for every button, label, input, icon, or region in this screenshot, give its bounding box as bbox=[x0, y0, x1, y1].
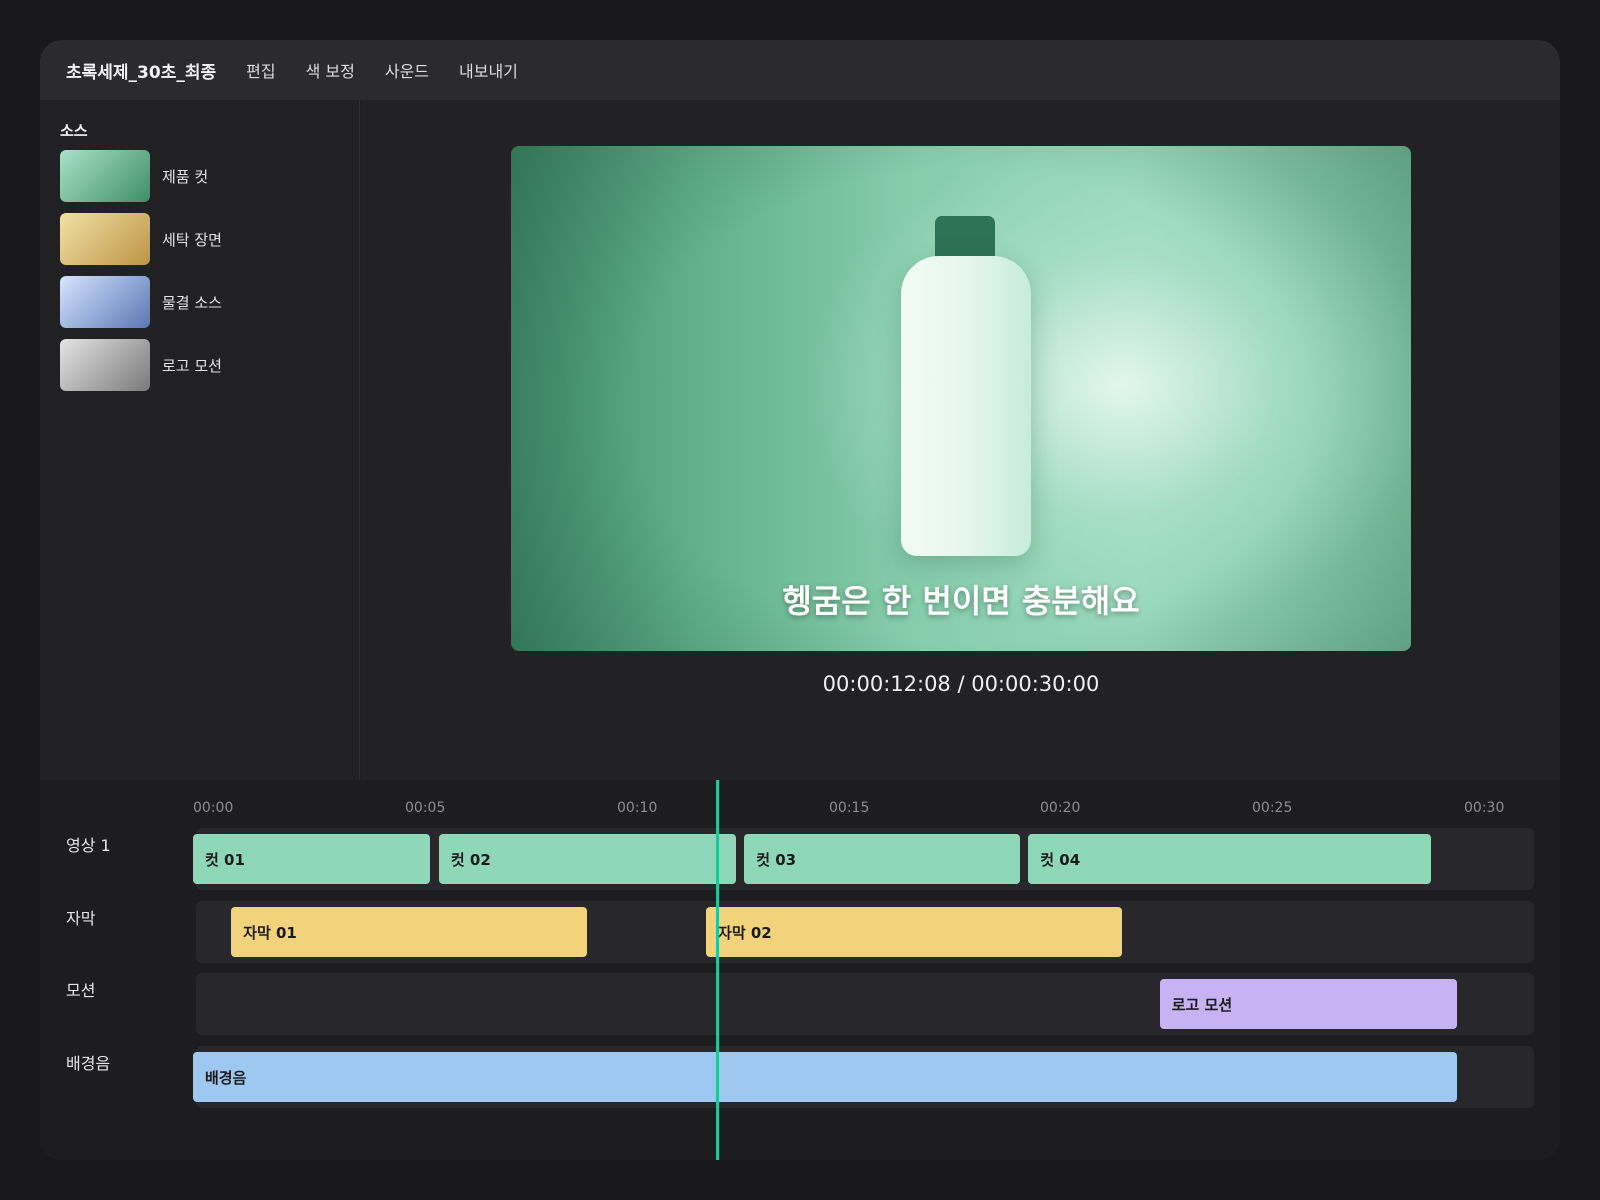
ruler-tick-label: 00:20 bbox=[1040, 800, 1081, 816]
timecode-readout: 00:00:12:08 / 00:00:30:00 bbox=[822, 672, 1100, 696]
preview-panel: 헹굼은 한 번이면 충분해요 00:00:12:08 / 00:00:30:00 bbox=[361, 100, 1560, 780]
video-clip[interactable]: 컷 01 bbox=[193, 834, 431, 884]
source-panel-heading: 소스 bbox=[60, 122, 88, 140]
source-thumbnail bbox=[60, 339, 150, 391]
track-label-video: 영상 1 bbox=[66, 836, 111, 855]
menu-bar: 초록세제_30초_최종 편집 색 보정 사운드 내보내기 bbox=[40, 40, 1560, 100]
track-label-caption: 자막 bbox=[66, 909, 96, 928]
track-label-bgm: 배경음 bbox=[66, 1054, 111, 1073]
source-panel: 소스 제품 컷 세탁 장면 물결 소스 로고 모션 bbox=[40, 100, 360, 780]
video-preview[interactable]: 헹굼은 한 번이면 충분해요 bbox=[511, 146, 1411, 651]
source-item-label: 물결 소스 bbox=[162, 293, 222, 312]
ruler-tick-label: 00:05 bbox=[405, 800, 446, 816]
source-item-label: 로고 모션 bbox=[162, 356, 222, 375]
source-item-label: 세탁 장면 bbox=[162, 230, 222, 249]
video-clip[interactable]: 컷 04 bbox=[1028, 834, 1432, 884]
project-title: 초록세제_30초_최종 bbox=[66, 62, 217, 83]
source-thumbnail bbox=[60, 150, 150, 202]
menu-color-correction[interactable]: 색 보정 bbox=[306, 58, 355, 82]
preview-subtitle: 헹굼은 한 번이면 충분해요 bbox=[782, 582, 1140, 620]
source-thumbnail bbox=[60, 213, 150, 265]
video-clip[interactable]: 컷 02 bbox=[438, 834, 736, 884]
ruler-tick-label: 00:00 bbox=[193, 800, 234, 816]
audio-clip[interactable]: 배경음 bbox=[193, 1052, 1457, 1102]
caption-clip[interactable]: 자막 02 bbox=[706, 907, 1122, 957]
menu-edit[interactable]: 편집 bbox=[246, 58, 275, 82]
source-item-label: 제품 컷 bbox=[162, 167, 209, 186]
source-item-product-cut[interactable]: 제품 컷 bbox=[60, 150, 340, 202]
ruler-tick-label: 00:30 bbox=[1464, 800, 1505, 816]
ruler-tick-label: 00:10 bbox=[617, 800, 658, 816]
source-thumbnail bbox=[60, 276, 150, 328]
caption-clip[interactable]: 자막 01 bbox=[231, 907, 588, 957]
ruler-tick-label: 00:15 bbox=[829, 800, 870, 816]
editor-window: 초록세제_30초_최종 편집 색 보정 사운드 내보내기 소스 제품 컷 세탁 … bbox=[40, 40, 1560, 1160]
bottle-cap-graphic bbox=[935, 216, 995, 260]
video-clip[interactable]: 컷 03 bbox=[744, 834, 1020, 884]
menu-sound[interactable]: 사운드 bbox=[385, 58, 429, 82]
source-item-laundry-scene[interactable]: 세탁 장면 bbox=[60, 213, 340, 265]
source-item-logo-motion[interactable]: 로고 모션 bbox=[60, 339, 340, 391]
bottle-graphic bbox=[901, 256, 1031, 556]
ruler-tick-label: 00:25 bbox=[1252, 800, 1293, 816]
playhead[interactable] bbox=[715, 780, 719, 1160]
source-item-wave-source[interactable]: 물결 소스 bbox=[60, 276, 340, 328]
timeline-panel: 00:00 00:05 00:10 00:15 00:20 00:25 00:3… bbox=[40, 780, 1560, 1160]
motion-clip[interactable]: 로고 모션 bbox=[1159, 979, 1457, 1029]
menu-export[interactable]: 내보내기 bbox=[459, 58, 518, 82]
track-label-motion: 모션 bbox=[66, 981, 96, 1000]
